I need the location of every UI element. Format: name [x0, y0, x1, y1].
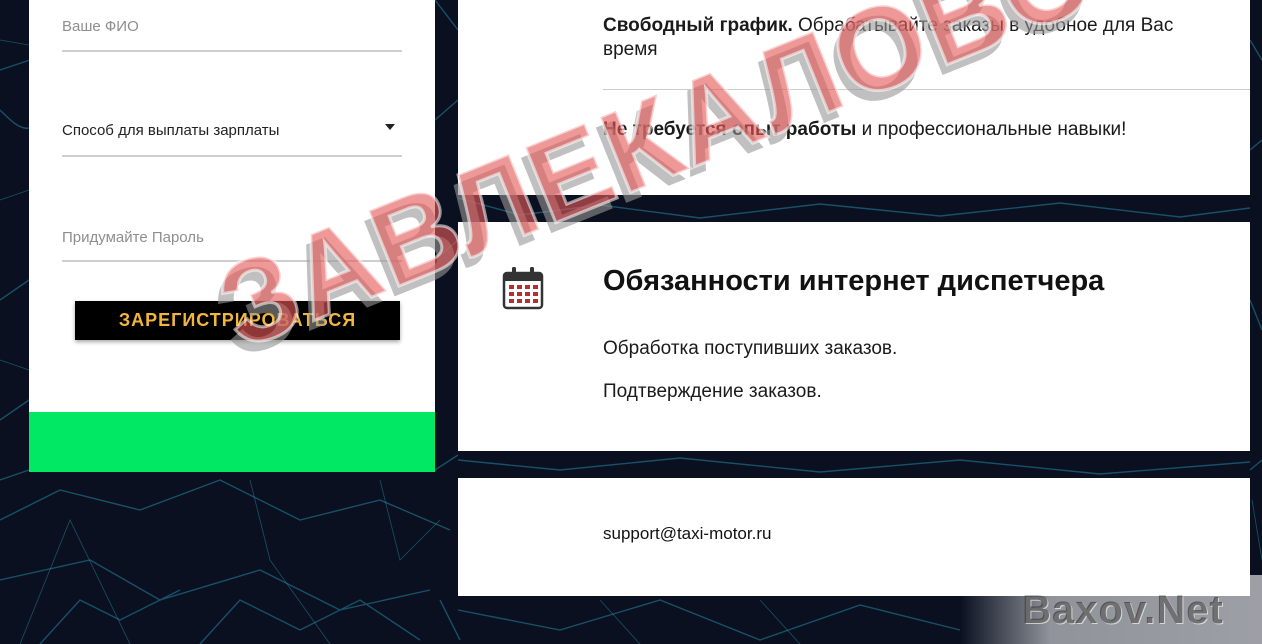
fullname-input[interactable]: Ваше ФИО	[62, 18, 139, 35]
password-underline	[62, 260, 402, 262]
payout-method-select[interactable]: Способ для выплаты зарплаты	[62, 122, 279, 139]
benefit-1-bold: Свободный график.	[603, 15, 793, 36]
benefit-2-text: и профессиональные навыки!	[856, 119, 1127, 140]
fullname-underline	[62, 50, 402, 52]
password-input[interactable]: Придумайте Пароль	[62, 229, 204, 246]
chevron-down-icon[interactable]	[385, 124, 395, 130]
watermark-fade	[960, 575, 1262, 644]
duty-item-2: Подтверждение заказов.	[603, 381, 822, 402]
benefit-2-bold: Не требуется опыт работы	[603, 119, 857, 140]
benefits-divider	[603, 89, 1250, 90]
duties-card: Обязанности интернет диспетчера Обработк…	[458, 222, 1250, 451]
benefits-card: Свободный график. Обрабатывайте заказы в…	[458, 0, 1250, 195]
registration-form: Ваше ФИО Способ для выплаты зарплаты При…	[29, 0, 435, 472]
support-email-link[interactable]: support@taxi-motor.ru	[603, 524, 771, 544]
green-footer-bar	[29, 412, 435, 472]
duties-title: Обязанности интернет диспетчера	[603, 265, 1105, 297]
register-button[interactable]: ЗАРЕГИСТРИРОВАТЬСЯ	[75, 301, 400, 340]
benefit-flexible-schedule: Свободный график. Обрабатывайте заказы в…	[603, 14, 1213, 62]
benefit-no-experience: Не требуется опыт работы и профессиональ…	[603, 118, 1223, 142]
duty-item-1: Обработка поступивших заказов.	[603, 338, 898, 359]
calendar-icon	[502, 267, 544, 310]
payout-underline	[62, 155, 402, 157]
